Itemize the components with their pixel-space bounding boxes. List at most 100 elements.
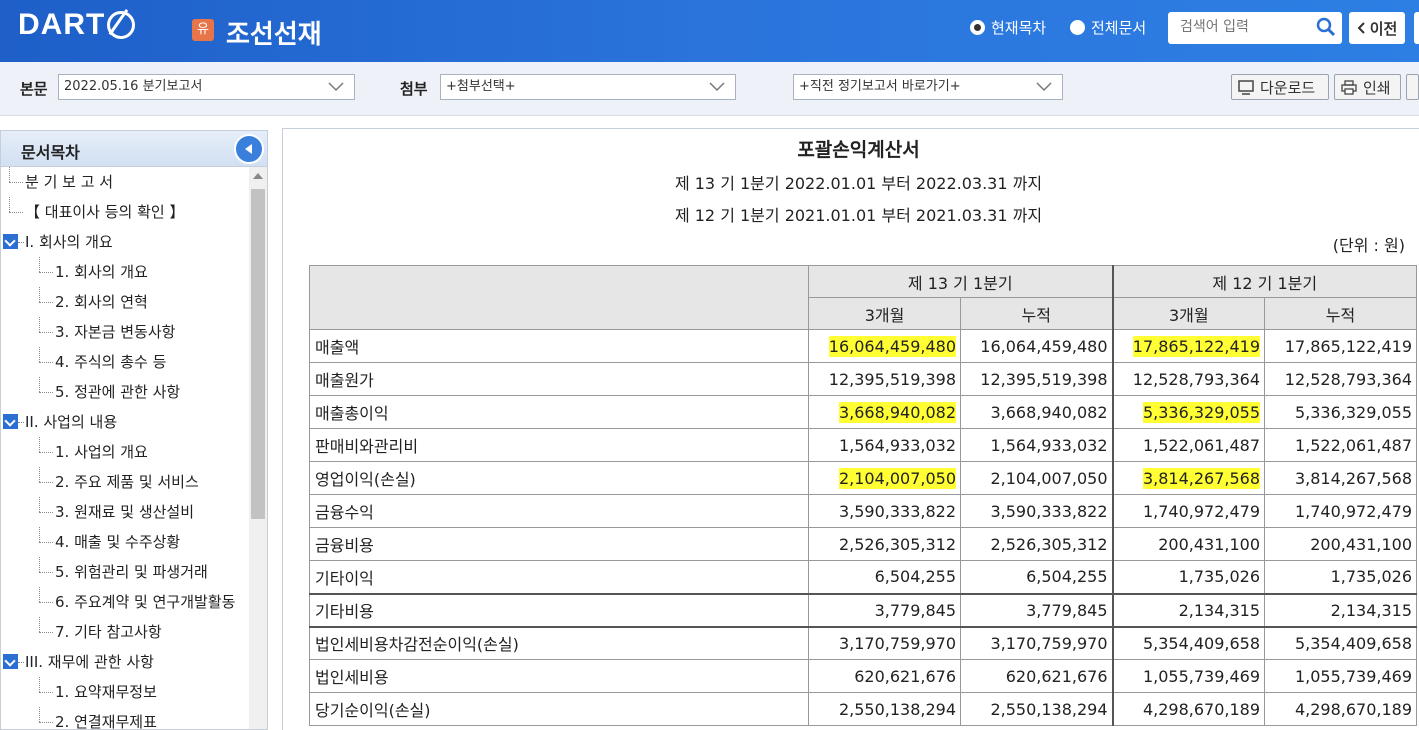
value-text: 5,354,409,658 [1142, 633, 1260, 653]
value-cell: 2,104,007,050 [960, 461, 1113, 495]
toc-item[interactable]: 3. 자본금 변동사항 [1, 317, 249, 347]
sub-3m-prior: 3개월 [1111, 297, 1265, 330]
expand-toggle-icon[interactable] [3, 654, 18, 669]
toc-item-label: 4. 매출 및 수주상황 [55, 533, 181, 551]
toc-item[interactable]: 2. 회사의 연혁 [1, 287, 249, 317]
toc-item-label: 1. 요약재무정보 [55, 683, 157, 701]
toc-item[interactable]: II. 사업의 내용 [1, 407, 249, 437]
search-input[interactable] [1168, 12, 1308, 42]
attach-select[interactable]: +첨부선택+ [440, 74, 736, 100]
print-label: 인쇄 [1363, 78, 1391, 97]
value-cell: 3,814,267,568 [1264, 461, 1417, 495]
collapse-sidebar-icon[interactable] [234, 134, 264, 164]
more-tool-button[interactable] [1406, 74, 1419, 100]
value-text: 4,298,670,189 [1294, 699, 1412, 719]
value-text: 200,431,100 [1158, 534, 1260, 554]
value-text: 3,814,267,568 [1142, 467, 1260, 489]
next-button-partial[interactable] [1414, 12, 1419, 44]
table-row: 기타이익 6,504,255 6,504,255 1,735,026 1,735,026 [309, 560, 1417, 594]
income-statement-table: 제 13 기 1분기 제 12 기 1분기 3개월 누적 3개월 누적 매출액 1… [309, 265, 1417, 726]
main-text-label: 본문 [20, 80, 48, 98]
toc-item[interactable]: 7. 기타 참고사항 [1, 617, 249, 647]
value-cell: 12,395,519,398 [960, 362, 1113, 396]
toc-item-label: 7. 기타 참고사항 [55, 623, 162, 641]
value-cell: 620,621,676 [808, 659, 961, 693]
tree-connector [39, 692, 53, 693]
col-group-prior: 제 12 기 1분기 [1111, 265, 1417, 298]
toc-item[interactable]: 4. 매출 및 수주상황 [1, 527, 249, 557]
toc-item[interactable]: 1. 요약재무정보 [1, 677, 249, 707]
toc-item[interactable]: 3. 원재료 및 생산설비 [1, 497, 249, 527]
value-text: 1,055,739,469 [1294, 666, 1412, 686]
download-button[interactable]: 다운로드 [1231, 74, 1329, 100]
value-text: 5,336,329,055 [1294, 402, 1412, 422]
value-cell: 1,055,739,469 [1111, 659, 1265, 693]
value-cell: 4,298,670,189 [1264, 692, 1417, 726]
value-cell: 2,134,315 [1111, 592, 1265, 627]
value-cell: 3,814,267,568 [1111, 461, 1265, 495]
expand-toggle-icon[interactable] [3, 414, 18, 429]
tree-connector [9, 212, 23, 213]
toc-item-label: 분 기 보 고 서 [25, 173, 114, 191]
toc-item[interactable]: 분 기 보 고 서 [1, 167, 249, 197]
tree-connector [39, 377, 40, 392]
tree-connector [18, 422, 24, 423]
tree-connector [39, 722, 53, 723]
value-cell: 3,668,940,082 [960, 395, 1113, 429]
toc-item-label: I. 회사의 개요 [25, 233, 113, 251]
radio-all-label: 전체문서 [1091, 19, 1147, 37]
value-cell: 200,431,100 [1264, 527, 1417, 561]
toc-item[interactable]: 4. 주식의 총수 등 [1, 347, 249, 377]
toc-item[interactable]: 2. 연결재무제표 [1, 707, 249, 730]
row-label: 매출총이익 [309, 395, 809, 429]
table-row: 매출총이익 3,668,940,082 3,668,940,082 5,336,329… [309, 395, 1417, 429]
chevron-left-icon [1357, 22, 1365, 34]
toc-item[interactable]: 5. 위험관리 및 파생거래 [1, 557, 249, 587]
main-report-select-value: 2022.05.16 분기보고서 [64, 79, 203, 94]
scroll-up-icon[interactable] [253, 173, 263, 179]
toc-item[interactable]: 5. 정관에 관한 사항 [1, 377, 249, 407]
row-label: 금융비용 [309, 527, 809, 561]
value-cell: 16,064,459,480 [960, 329, 1113, 363]
value-cell: 1,735,026 [1111, 560, 1265, 594]
toc-scrollbar[interactable] [249, 167, 267, 729]
toc-item[interactable]: 1. 사업의 개요 [1, 437, 249, 467]
value-text: 3,590,333,822 [838, 501, 956, 521]
value-text: 5,354,409,658 [1294, 633, 1412, 653]
value-text: 1,055,739,469 [1142, 666, 1260, 686]
monitor-icon [1238, 79, 1254, 95]
main-report-select[interactable]: 2022.05.16 분기보고서 [58, 74, 355, 100]
value-text: 200,431,100 [1310, 534, 1412, 554]
scroll-thumb[interactable] [251, 189, 265, 519]
toc-item[interactable]: 1. 회사의 개요 [1, 257, 249, 287]
value-text: 620,621,676 [854, 666, 956, 686]
value-cell: 1,055,739,469 [1264, 659, 1417, 693]
previous-report-select[interactable]: +직전 정기보고서 바로가기+ [793, 74, 1063, 100]
value-cell: 3,590,333,822 [960, 494, 1113, 528]
toc-item[interactable]: 【 대표이사 등의 확인 】 [1, 197, 249, 227]
value-text: 17,865,122,419 [1132, 335, 1260, 357]
dart-logo[interactable]: DART [18, 8, 136, 42]
radio-current-toc[interactable]: 현재목차 [970, 17, 1046, 38]
row-label: 매출원가 [309, 362, 809, 396]
value-cell: 1,522,061,487 [1264, 428, 1417, 462]
download-label: 다운로드 [1260, 78, 1316, 97]
value-cell: 3,170,759,970 [960, 625, 1113, 660]
row-label: 매출액 [309, 329, 809, 363]
toc-item[interactable]: I. 회사의 개요 [1, 227, 249, 257]
table-row: 판매비와관리비 1,564,933,032 1,564,933,032 1,522,0… [309, 428, 1417, 462]
chevron-down-icon [709, 82, 725, 92]
period-prior: 제 12 기 1분기 2021.01.01 부터 2021.03.31 까지 [674, 206, 1043, 225]
print-button[interactable]: 인쇄 [1334, 74, 1401, 100]
value-cell: 17,865,122,419 [1111, 329, 1265, 363]
prev-button[interactable]: 이전 [1349, 12, 1405, 44]
toc-item[interactable]: III. 재무에 관한 사항 [1, 647, 249, 677]
tree-connector [18, 662, 24, 663]
toc-item[interactable]: 2. 주요 제품 및 서비스 [1, 467, 249, 497]
radio-all-document[interactable]: 전체문서 [1070, 17, 1146, 38]
value-cell: 3,779,845 [808, 592, 961, 627]
statement-title: 포괄손익계산서 [797, 139, 920, 161]
search-icon[interactable] [1316, 17, 1336, 37]
expand-toggle-icon[interactable] [3, 234, 18, 249]
toc-item[interactable]: 6. 주요계약 및 연구개발활동 [1, 587, 249, 617]
